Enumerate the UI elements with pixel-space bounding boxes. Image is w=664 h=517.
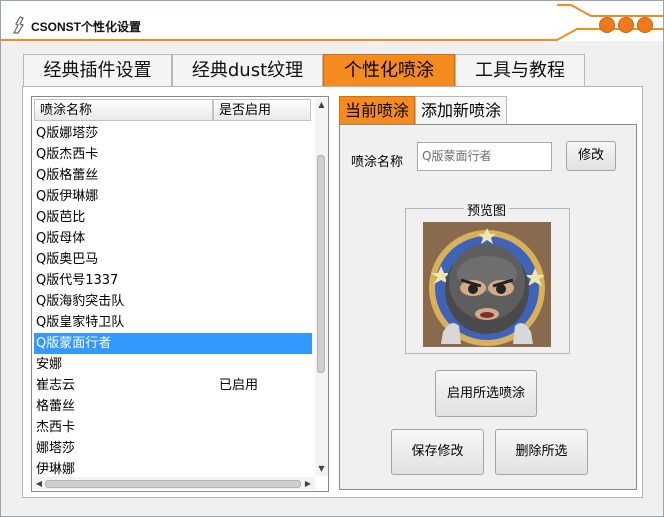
modify-button[interactable]: 修改 bbox=[566, 141, 616, 171]
enable-selected-spray-button[interactable]: 启用所选喷涂 bbox=[435, 370, 537, 417]
save-changes-button[interactable]: 保存修改 bbox=[391, 429, 484, 475]
spray-name-label: 喷涂名称 bbox=[351, 155, 404, 170]
list-item[interactable]: 安娜 bbox=[34, 354, 312, 375]
tab-classic-dust-texture[interactable]: 经典dust纹理 bbox=[172, 54, 323, 86]
list-header: 喷涂名称 是否启用 bbox=[34, 99, 311, 121]
column-header-name[interactable]: 喷涂名称 bbox=[34, 99, 213, 121]
title-bar: CSONST个性化设置 bbox=[1, 1, 663, 41]
spray-name-cell: Q版母体 bbox=[36, 231, 86, 246]
tab-classic-plugin-settings[interactable]: 经典插件设置 bbox=[23, 54, 172, 86]
list-item[interactable]: Q版娜塔莎 bbox=[34, 123, 312, 144]
spray-name-field[interactable]: Q版蒙面行者 bbox=[417, 142, 552, 171]
list-item[interactable]: 杰西卡 bbox=[34, 417, 312, 438]
preview-group: 预览图 bbox=[405, 200, 570, 354]
vertical-scrollbar[interactable]: ▲ ▼ bbox=[315, 98, 328, 476]
list-item[interactable]: Q版皇家特卫队 bbox=[34, 312, 312, 333]
preview-title: 预览图 bbox=[464, 200, 510, 219]
list-item[interactable]: Q版海豹突击队 bbox=[34, 291, 312, 312]
horizontal-scrollbar[interactable]: ◀ ▶ bbox=[33, 477, 315, 490]
scroll-up-icon[interactable]: ▲ bbox=[317, 100, 326, 110]
list-item[interactable]: Q版蒙面行者 bbox=[34, 333, 312, 354]
tab-tools-tutorials[interactable]: 工具与教程 bbox=[455, 54, 585, 86]
scroll-right-icon[interactable]: ▶ bbox=[303, 478, 313, 489]
window-title: CSONST个性化设置 bbox=[31, 20, 142, 34]
spray-name-cell: 杰西卡 bbox=[36, 420, 76, 435]
spray-name-cell: Q版奥巴马 bbox=[36, 252, 99, 267]
vertical-scroll-thumb[interactable] bbox=[317, 155, 325, 373]
tab-content-panel: 喷涂名称 是否启用 Q版娜塔莎 Q版杰西卡 Q版格蕾丝 Q版伊琳娜 Q版芭比 Q版母体 Q版… bbox=[22, 86, 643, 498]
spray-name-cell: Q版代号1337 bbox=[36, 273, 119, 288]
spray-name-cell: Q版蒙面行者 bbox=[36, 336, 112, 351]
app-window: CSONST个性化设置 经典插件设置 经典dust纹理 个性化喷涂 工具与教程 … bbox=[0, 0, 664, 517]
spray-name-cell: Q版杰西卡 bbox=[36, 147, 99, 162]
spray-status-cell: 已启用 bbox=[219, 378, 259, 393]
tab-add-new-spray[interactable]: 添加新喷涂 bbox=[415, 96, 507, 124]
list-item[interactable]: Q版杰西卡 bbox=[34, 144, 312, 165]
scroll-left-icon[interactable]: ◀ bbox=[34, 478, 44, 489]
spray-name-cell: 娜塔莎 bbox=[36, 441, 76, 456]
maximize-icon[interactable] bbox=[618, 17, 634, 33]
column-header-enabled[interactable]: 是否启用 bbox=[213, 99, 311, 121]
list-item[interactable]: Q版伊琳娜 bbox=[34, 186, 312, 207]
spray-preview-image bbox=[423, 222, 551, 347]
list-item[interactable]: 崔志云 已启用 bbox=[34, 375, 312, 396]
list-item[interactable]: Q版芭比 bbox=[34, 207, 312, 228]
spray-name-cell: Q版皇家特卫队 bbox=[36, 315, 125, 330]
current-spray-panel: 喷涂名称 Q版蒙面行者 修改 预览图 启用所选喷涂 保存修改 删除所选 bbox=[339, 124, 637, 490]
list-item[interactable]: Q版奥巴马 bbox=[34, 249, 312, 270]
horizontal-scroll-thumb[interactable] bbox=[45, 480, 301, 488]
spray-name-cell: Q版伊琳娜 bbox=[36, 189, 99, 204]
spray-name-cell: Q版格蕾丝 bbox=[36, 168, 99, 183]
delete-selected-button[interactable]: 删除所选 bbox=[495, 429, 588, 475]
app-logo-icon bbox=[13, 16, 24, 34]
spray-name-cell: Q版海豹突击队 bbox=[36, 294, 125, 309]
spray-list: 喷涂名称 是否启用 Q版娜塔莎 Q版杰西卡 Q版格蕾丝 Q版伊琳娜 Q版芭比 Q版母体 Q版… bbox=[31, 96, 329, 492]
list-item[interactable]: 娜塔莎 bbox=[34, 438, 312, 459]
list-item[interactable]: Q版代号1337 bbox=[34, 270, 312, 291]
spray-name-cell: 崔志云 bbox=[36, 378, 76, 393]
spray-name-cell: 安娜 bbox=[36, 357, 63, 372]
list-item[interactable]: 格蕾丝 bbox=[34, 396, 312, 417]
tab-current-spray[interactable]: 当前喷涂 bbox=[339, 96, 415, 124]
tab-personalized-spray[interactable]: 个性化喷涂 bbox=[323, 54, 455, 86]
scroll-down-icon[interactable]: ▼ bbox=[317, 464, 326, 474]
spray-detail-panel: 当前喷涂 添加新喷涂 喷涂名称 Q版蒙面行者 修改 预览图 启用所选喷涂 保存修… bbox=[339, 96, 637, 492]
list-item[interactable]: Q版格蕾丝 bbox=[34, 165, 312, 186]
spray-name-cell: Q版芭比 bbox=[36, 210, 86, 225]
spray-name-cell: Q版娜塔莎 bbox=[36, 126, 99, 141]
close-icon[interactable] bbox=[637, 17, 653, 33]
list-item[interactable]: Q版母体 bbox=[34, 228, 312, 249]
spray-name-cell: 格蕾丝 bbox=[36, 399, 76, 414]
minimize-icon[interactable] bbox=[599, 17, 615, 33]
